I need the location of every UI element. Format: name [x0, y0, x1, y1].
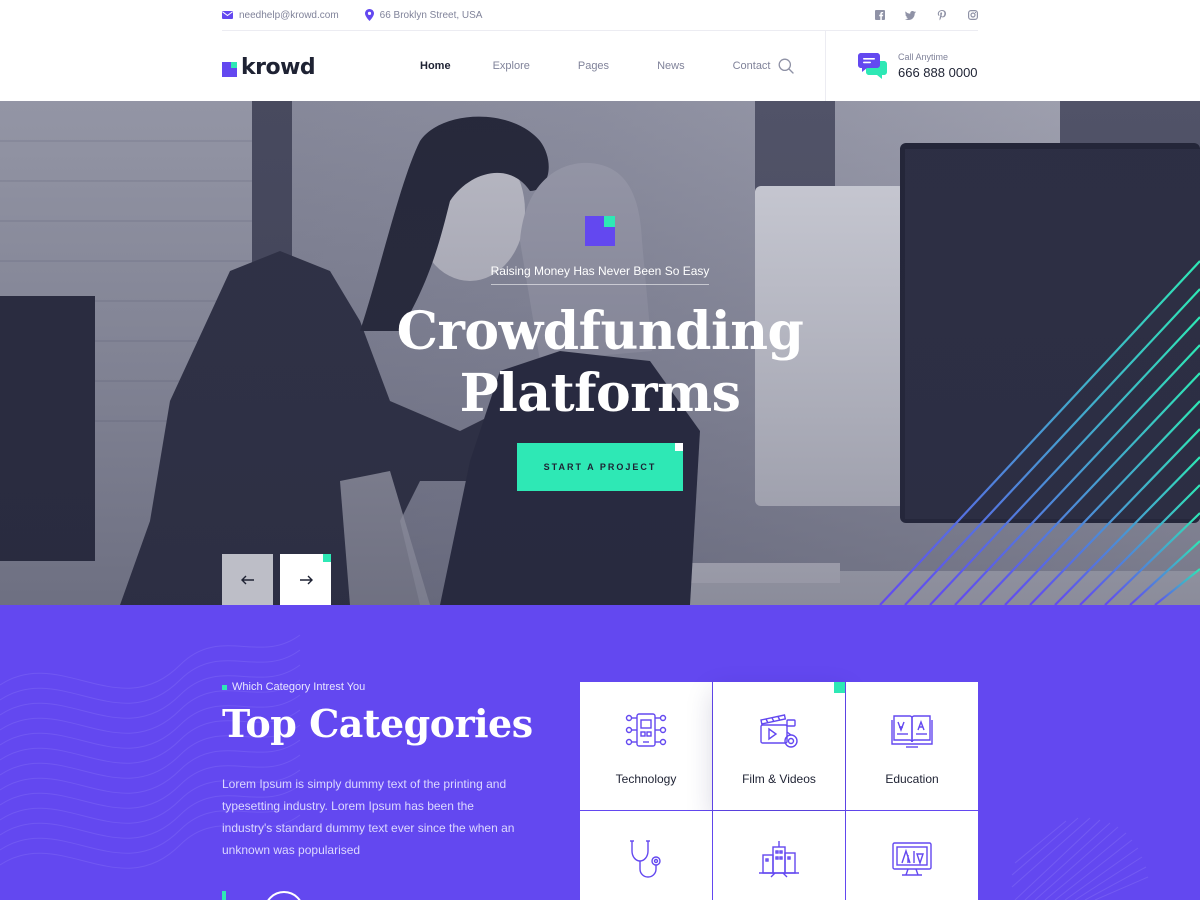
slider-next-button[interactable] [280, 554, 331, 605]
category-label: Film & Videos [742, 772, 816, 786]
card-accent [834, 682, 845, 693]
contact-address-text: 66 Broklyn Street, USA [379, 9, 483, 21]
bullet-square-icon [222, 684, 227, 690]
twitter-icon[interactable] [905, 10, 916, 21]
hero-title-line-2: Platforms [459, 363, 741, 424]
stethoscope-icon [630, 840, 661, 878]
nav-contact[interactable]: Contact [733, 60, 771, 72]
instagram-icon[interactable] [967, 10, 978, 21]
call-text: Call Anytime 666 888 0000 [898, 52, 978, 80]
category-label: Technology [615, 772, 677, 786]
chat-bubble-icon [858, 52, 888, 80]
categories-subtitle-text: Which Category Intrest You [232, 681, 366, 693]
search-icon[interactable] [778, 58, 794, 74]
hero-slider: Raising Money Has Never Been So Easy Cro… [0, 101, 1200, 605]
logo-text: krowd [241, 55, 316, 80]
category-label: Education [885, 772, 939, 786]
contact-address: 66 Broklyn Street, USA [364, 9, 483, 21]
start-project-button[interactable]: START A PROJECT [517, 443, 683, 491]
category-card-technology[interactable]: Technology [580, 682, 712, 810]
book-icon [891, 715, 933, 748]
nav-news[interactable]: News [657, 60, 685, 72]
contact-email[interactable]: needhelp@krowd.com [222, 10, 339, 21]
hero-title: Crowdfunding Platforms [0, 301, 1200, 425]
categories-subtitle: Which Category Intrest You [222, 681, 365, 693]
call-anytime[interactable]: Call Anytime 666 888 0000 [858, 52, 978, 80]
main-nav: Home Explore Pages News Contact [420, 31, 771, 101]
pinterest-icon[interactable] [936, 9, 947, 21]
top-bar: needhelp@krowd.com 66 Broklyn Street, US… [0, 0, 1200, 31]
nav-home[interactable]: Home [420, 60, 451, 72]
city-buildings-icon [759, 841, 799, 878]
site-logo[interactable]: krowd [222, 55, 316, 80]
nav-explore[interactable]: Explore [493, 60, 530, 72]
call-label: Call Anytime [898, 52, 949, 62]
category-card-education[interactable]: Education [846, 682, 978, 810]
film-camera-icon [760, 714, 798, 748]
facebook-icon[interactable] [874, 10, 885, 21]
hero-logo-mark-icon [585, 216, 615, 246]
category-card-city[interactable] [713, 811, 845, 900]
map-pin-icon [364, 9, 374, 21]
hero-title-line-1: Crowdfunding [396, 301, 804, 362]
arrow-left-icon [240, 575, 254, 584]
social-links [874, 9, 978, 21]
hero-tagline: Raising Money Has Never Been So Easy [490, 264, 710, 285]
nav-pages[interactable]: Pages [578, 60, 609, 72]
main-header: krowd Home Explore Pages News Contact Ca… [0, 31, 1200, 101]
category-card-design[interactable] [846, 811, 978, 900]
hero-content: Raising Money Has Never Been So Easy Cro… [0, 101, 1200, 605]
top-bar-inner: needhelp@krowd.com 66 Broklyn Street, US… [222, 0, 978, 31]
hero-tagline-wrap: Raising Money Has Never Been So Easy [0, 262, 1200, 285]
category-grid: Technology Film & Videos Education [580, 682, 978, 900]
logo-mark-icon [222, 61, 237, 77]
slider-prev-button[interactable] [222, 554, 273, 605]
contact-email-text: needhelp@krowd.com [239, 9, 339, 21]
header-divider [825, 31, 826, 101]
arrow-right-icon [299, 575, 313, 584]
accent-bar [222, 891, 226, 900]
categories-description: Lorem Ipsum is simply dummy text of the … [222, 777, 515, 857]
call-number[interactable]: 666 888 0000 [898, 65, 978, 80]
mail-icon [222, 11, 233, 19]
categories-section: Which Category Intrest You Top Categorie… [0, 605, 1200, 900]
categories-title: Top Categories [222, 701, 533, 746]
category-card-film-videos[interactable]: Film & Videos [713, 682, 845, 810]
technology-icon [625, 713, 667, 747]
category-card-health[interactable] [580, 811, 712, 900]
monitor-design-icon [892, 842, 932, 876]
